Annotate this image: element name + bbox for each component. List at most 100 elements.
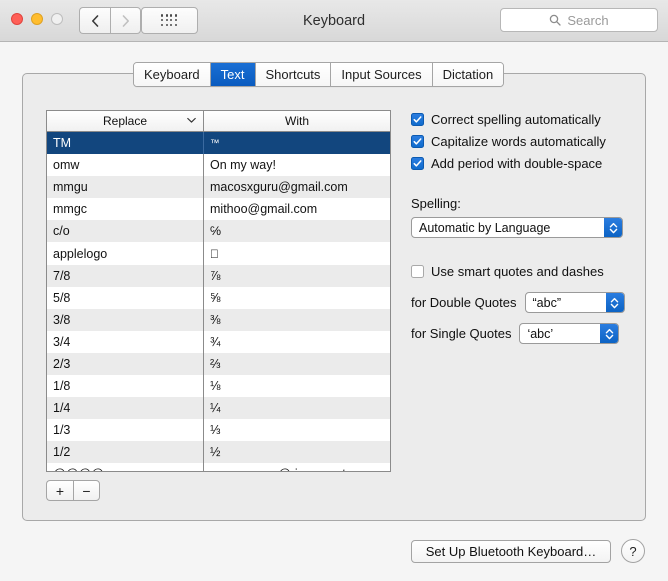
forward-button[interactable] (110, 7, 141, 34)
table-row[interactable]: mmgc mithoo@gmail.com (47, 198, 390, 221)
spelling-popup-button[interactable]: Automatic by Language (411, 217, 623, 238)
cell-replace: 1/8 (47, 375, 204, 398)
cell-replace: omw (47, 154, 204, 177)
checkbox-capitalize-words[interactable]: Capitalize words automatically (411, 130, 626, 152)
single-quotes-popup-button[interactable]: ‘abc’ (519, 323, 620, 344)
spelling-label: Spelling: (411, 196, 461, 211)
checkbox-correct-spelling[interactable]: Correct spelling automatically (411, 108, 626, 130)
cell-with:  (204, 242, 390, 264)
checkbox-add-period[interactable]: Add period with double-space (411, 152, 626, 174)
search-icon (550, 14, 562, 26)
table-row[interactable]: 2/3 ⅔ (47, 352, 390, 376)
table-row[interactable]: c/o ℅ (47, 220, 390, 243)
remove-entry-button[interactable]: − (73, 480, 100, 501)
table-row[interactable]: omw On my way! (47, 154, 390, 177)
table-row[interactable]: 1/2 ½ (47, 441, 390, 464)
tab-shortcuts[interactable]: Shortcuts (255, 63, 332, 86)
tab-input-sources[interactable]: Input Sources (331, 63, 433, 86)
cell-replace: mmgu (47, 176, 204, 199)
checkbox-smart-quotes[interactable]: Use smart quotes and dashes (411, 260, 626, 282)
checkbox-smart-quotes-box[interactable] (411, 264, 424, 278)
checkbox-capitalize-words-label: Capitalize words automatically (431, 133, 606, 149)
table-row[interactable]: TM ™ (47, 132, 390, 155)
cell-with: On my way! (210, 158, 276, 173)
column-header-with[interactable]: With (204, 111, 390, 131)
checkbox-add-period-box[interactable] (411, 156, 424, 170)
cell-replace: 2/3 (47, 352, 204, 376)
updown-chevron-icon (604, 218, 622, 237)
cell-with: mithoo@gmail.com (210, 202, 318, 217)
cell-replace: 1/3 (47, 419, 204, 442)
cell-with: ¾ (210, 334, 221, 349)
updown-chevron-icon (600, 324, 619, 343)
double-quotes-popup-button[interactable]: “abc” (524, 292, 625, 313)
double-quotes-popup-value: “abc” (532, 295, 561, 310)
column-header-replace[interactable]: Replace (47, 111, 204, 131)
cell-replace: @@@@ (47, 463, 204, 471)
cell-with: ⅝ (210, 290, 221, 305)
table-row[interactable]: 1/3 ⅓ (47, 419, 390, 442)
window-controls (11, 13, 63, 25)
cell-with: macosxguru@riseup.net (204, 463, 390, 471)
cell-replace: 7/8 (47, 264, 204, 287)
search-input[interactable]: Search (500, 8, 658, 32)
checkbox-correct-spelling-box[interactable] (411, 112, 424, 126)
tab-dictation[interactable]: Dictation (432, 63, 504, 86)
search-placeholder: Search (567, 12, 609, 28)
checkbox-capitalize-words-box[interactable] (411, 134, 424, 148)
table-row[interactable]: @@@@macosxguru@riseup.net (47, 463, 390, 471)
table-row[interactable]: mmgu macosxguru@gmail.com (47, 176, 390, 199)
setup-bluetooth-keyboard-button[interactable]: Set Up Bluetooth Keyboard… (411, 540, 611, 563)
show-all-icon (161, 14, 178, 26)
list-controls: + − (46, 480, 100, 501)
chevron-left-icon (92, 14, 99, 27)
tab-text[interactable]: Text (210, 63, 256, 86)
cell-replace: c/o (47, 220, 204, 243)
back-button[interactable] (79, 7, 110, 34)
cell-replace: mmgc (47, 198, 204, 221)
cell-replace: 1/2 (47, 441, 204, 464)
table-row[interactable]: 3/4 ¾ (47, 330, 390, 353)
table-row[interactable]: 5/8 ⅝ (47, 286, 390, 309)
text-options-panel: Correct spelling automatically Capitaliz… (411, 108, 626, 344)
double-quotes-row: for Double Quotes “abc” (411, 292, 626, 313)
single-quotes-popup-value: ‘abc’ (527, 326, 554, 341)
show-all-button[interactable] (141, 7, 198, 34)
column-header-replace-label: Replace (102, 114, 148, 128)
updown-chevron-icon (605, 293, 624, 312)
zoom-button[interactable] (51, 13, 63, 25)
chevron-down-icon (187, 117, 196, 126)
checkbox-correct-spelling-label: Correct spelling automatically (431, 111, 601, 127)
cell-replace: 1/4 (47, 397, 204, 420)
tab-keyboard[interactable]: Keyboard (134, 63, 211, 86)
table-row[interactable]: 7/8 ⅞ (47, 264, 390, 287)
cell-replace: 3/8 (47, 308, 204, 331)
single-quotes-row: for Single Quotes ‘abc’ (411, 323, 626, 344)
checkbox-smart-quotes-label: Use smart quotes and dashes (431, 263, 604, 279)
add-entry-button[interactable]: + (46, 480, 73, 501)
double-quotes-label: for Double Quotes (411, 295, 517, 310)
chevron-right-icon (122, 14, 129, 27)
single-quotes-label: for Single Quotes (411, 326, 512, 341)
cell-replace: TM (47, 132, 204, 155)
help-button[interactable]: ? (621, 539, 645, 563)
navigation-buttons (79, 7, 141, 34)
cell-replace: 5/8 (47, 286, 204, 309)
minimize-button[interactable] (31, 13, 43, 25)
cell-with: ¼ (210, 401, 221, 416)
cell-with: ⅛ (210, 379, 221, 394)
table-row[interactable]: 1/4 ¼ (47, 397, 390, 420)
text-replacement-table[interactable]: Replace With TM ™ omw On my way! mmgu macosxg… (46, 110, 391, 472)
table-row[interactable]: 3/8 ⅜ (47, 308, 390, 331)
cell-with: ⅜ (210, 312, 221, 327)
table-row[interactable]: 1/8 ⅛ (47, 375, 390, 398)
cell-with: ™ (210, 137, 220, 149)
table-body: TM ™ omw On my way! mmgu macosxguru@gmail.com… (47, 132, 390, 471)
close-button[interactable] (11, 13, 23, 25)
cell-replace: applelogo (47, 242, 204, 265)
cell-replace: 3/4 (47, 330, 204, 353)
tab-bar: Keyboard Text Shortcuts Input Sources Di… (133, 62, 505, 87)
table-row[interactable]: applelogo (47, 242, 390, 265)
checkmark-icon (413, 159, 422, 167)
checkmark-icon (413, 137, 422, 145)
